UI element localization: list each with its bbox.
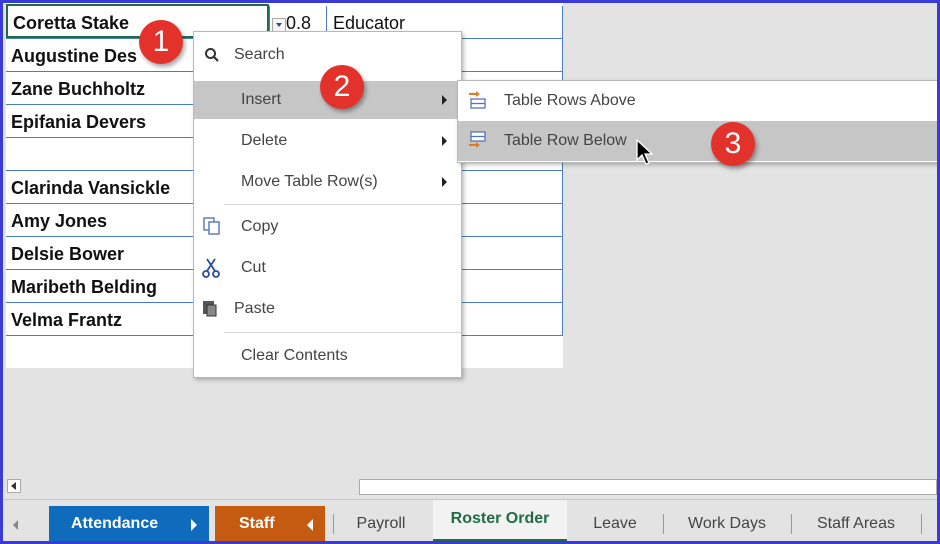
chevron-left-icon <box>307 519 313 531</box>
submenu-arrow-icon <box>442 95 447 105</box>
tab-staff[interactable]: Staff <box>215 506 325 541</box>
menu-item-label: Move Table Row(s) <box>241 173 378 190</box>
filter-dropdown-button[interactable] <box>272 18 286 32</box>
mouse-cursor-icon <box>636 139 654 165</box>
menu-item-label: Table Rows Above <box>504 92 636 109</box>
horizontal-scrollbar[interactable] <box>3 473 937 499</box>
tab-work-days[interactable]: Work Days <box>665 506 789 541</box>
scrollbar-track[interactable] <box>359 479 937 495</box>
menu-item-search[interactable]: Search <box>194 36 459 74</box>
insert-row-below-icon <box>469 131 486 148</box>
insert-row-above-icon <box>469 91 486 109</box>
tab-attendance[interactable]: Attendance <box>49 506 209 541</box>
tab-divider <box>921 514 922 534</box>
step-badge-3: 3 <box>711 122 755 166</box>
menu-item-clear-contents[interactable]: Clear Contents <box>194 337 459 375</box>
scroll-left-button[interactable] <box>7 479 21 493</box>
insert-submenu: Table Rows Above Table Row Below <box>457 80 937 163</box>
step-badge-1: 1 <box>139 20 183 64</box>
search-icon <box>205 48 219 62</box>
step-badge-2: 2 <box>320 65 364 109</box>
tab-divider <box>333 514 334 534</box>
menu-item-copy[interactable]: Copy <box>194 208 459 246</box>
menu-item-label: Delete <box>241 132 288 149</box>
menu-item-cut[interactable]: Cut <box>194 249 459 287</box>
tab-staff-areas[interactable]: Staff Areas <box>793 506 919 541</box>
menu-item-label: Cut <box>241 259 266 276</box>
menu-item-delete[interactable]: Delete <box>194 122 459 160</box>
tab-payroll[interactable]: Payroll <box>335 506 427 541</box>
menu-item-label: Clear Contents <box>241 347 348 364</box>
menu-item-table-rows-above[interactable]: Table Rows Above <box>458 81 937 121</box>
copy-icon <box>203 217 220 235</box>
tab-divider <box>791 514 792 534</box>
chevron-right-icon <box>191 519 197 531</box>
menu-item-label: Insert <box>241 91 282 108</box>
tab-roster-order[interactable]: Roster Order <box>433 500 567 541</box>
scissors-icon <box>202 258 220 278</box>
menu-item-label: Search <box>234 46 285 63</box>
tab-label: Staff <box>239 515 275 532</box>
paste-icon <box>203 301 217 317</box>
tab-label: Attendance <box>71 515 159 532</box>
tab-divider <box>663 514 664 534</box>
excel-window: Coretta Stake 0.8 Educator Augustine Des… <box>0 0 940 544</box>
scroll-left-icon <box>11 482 16 490</box>
submenu-arrow-icon <box>442 136 447 146</box>
menu-item-label: Copy <box>241 218 279 235</box>
menu-item-move-table-rows[interactable]: Move Table Row(s) <box>194 163 459 201</box>
menu-item-label: Table Row Below <box>504 132 627 149</box>
menu-item-table-row-below[interactable]: Table Row Below <box>458 121 937 161</box>
menu-divider <box>224 204 461 205</box>
menu-item-paste[interactable]: Paste <box>194 290 459 328</box>
submenu-arrow-icon <box>442 177 447 187</box>
tab-scroll-left-icon[interactable] <box>13 520 18 530</box>
menu-item-label: Paste <box>234 300 275 317</box>
menu-divider <box>224 332 461 333</box>
tab-leave[interactable]: Leave <box>569 506 661 541</box>
sheet-tabs-bar: Attendance Staff Payroll Roster Order Le… <box>3 499 937 541</box>
